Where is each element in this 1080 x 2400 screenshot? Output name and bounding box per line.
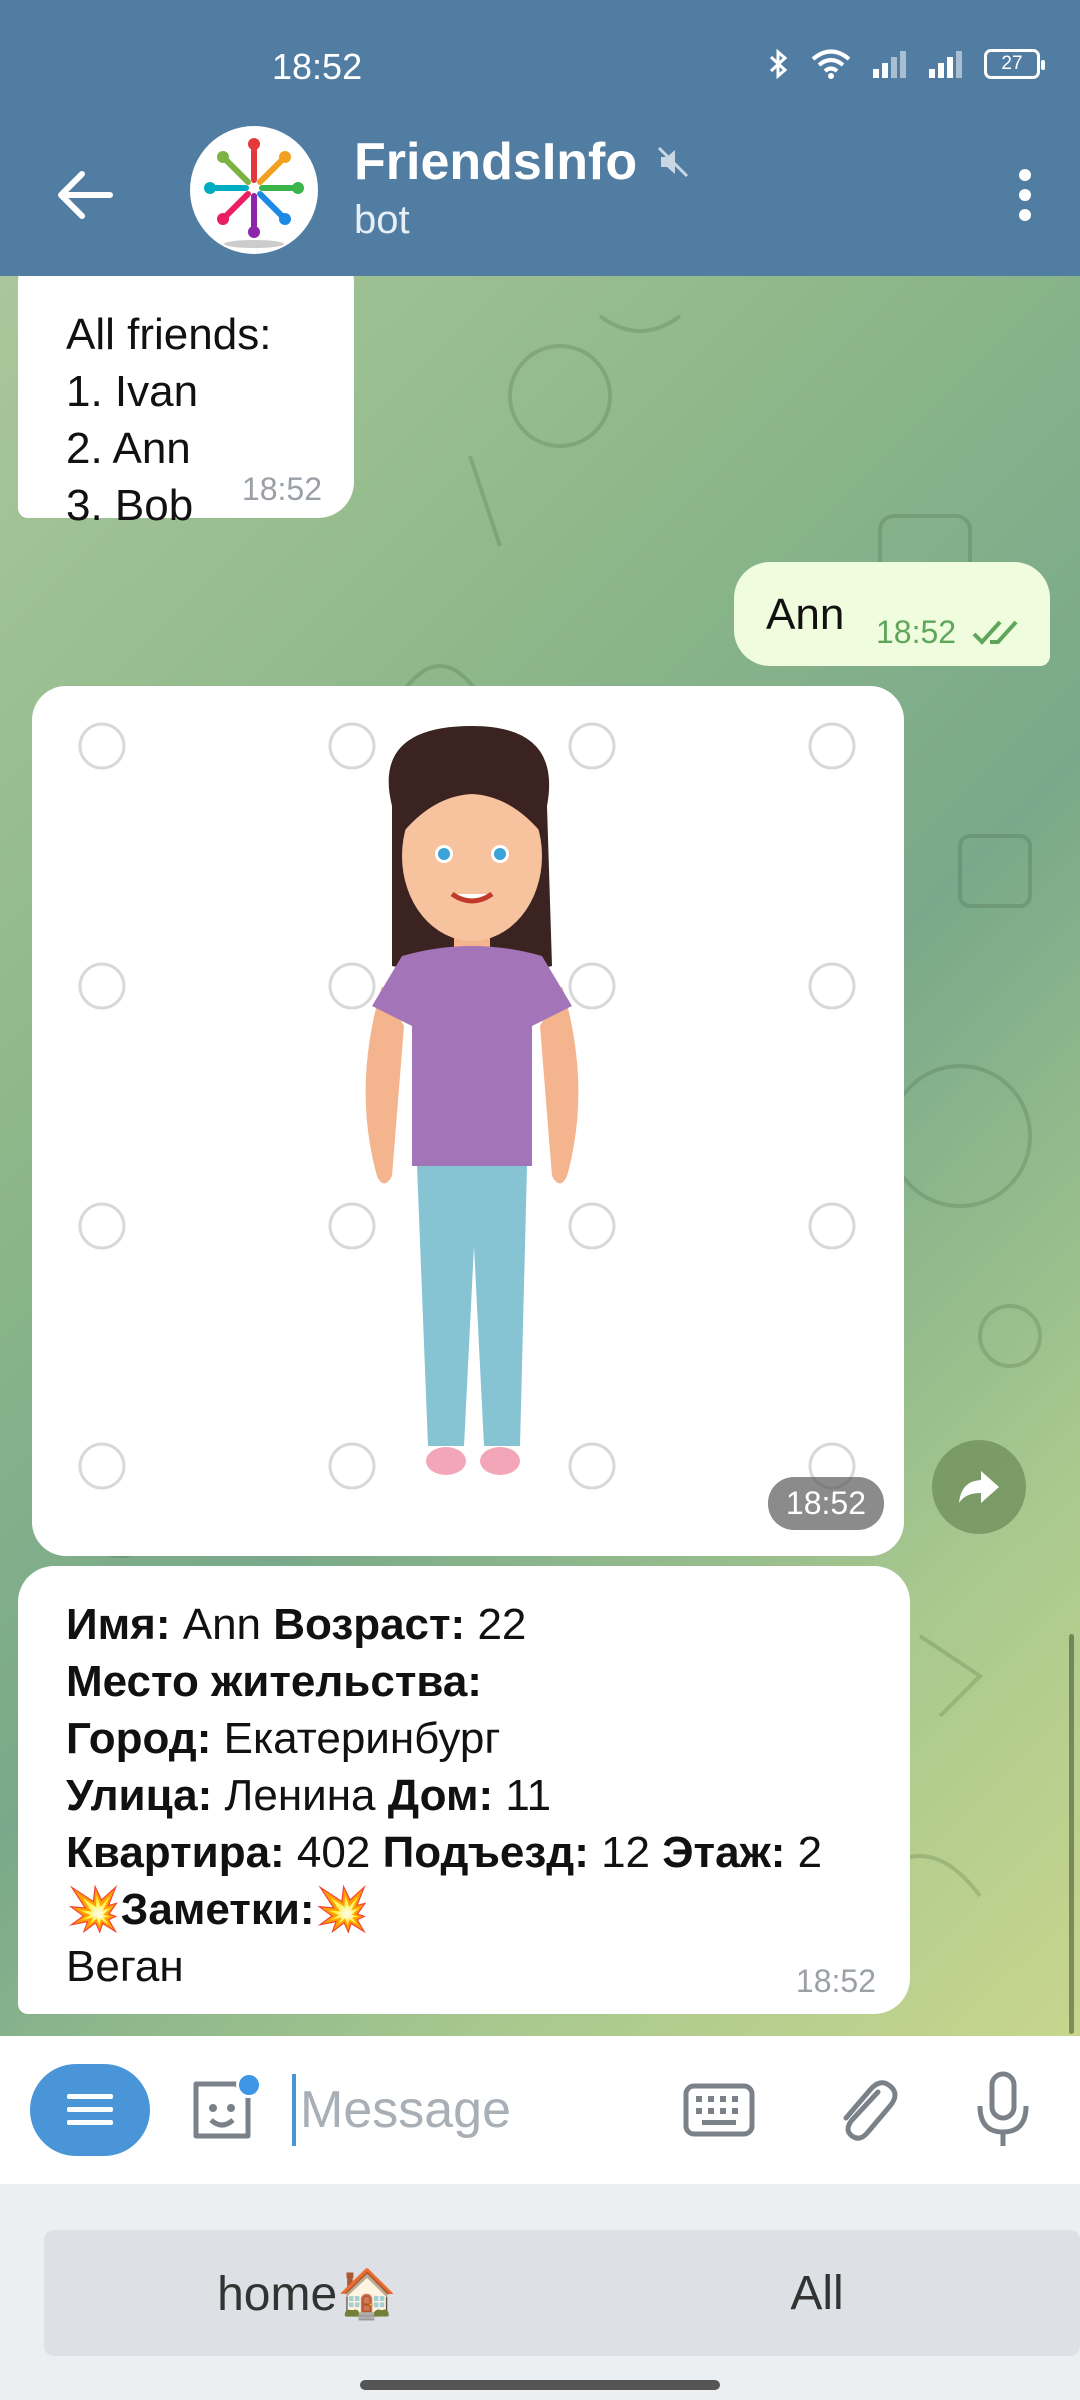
paperclip-icon bbox=[843, 2080, 898, 2141]
app-header: 18:52 27 FriendsInfo bot bbox=[0, 0, 1080, 276]
people-circle-logo-icon bbox=[204, 138, 304, 248]
scrollbar[interactable] bbox=[1069, 1634, 1074, 2034]
name-value: Ann bbox=[170, 1600, 274, 1649]
chat-area[interactable]: All friends: 1. Ivan 2. Ann 3. Bob 18:52… bbox=[0, 276, 1080, 2036]
keyboard-toggle-button[interactable] bbox=[682, 2078, 756, 2142]
chat-title-text: FriendsInfo bbox=[354, 133, 638, 191]
street-value: Ленина bbox=[212, 1771, 388, 1820]
new-sticker-dot bbox=[236, 2072, 262, 2098]
city-value: Екатеринбург bbox=[211, 1714, 501, 1763]
list-line: All friends: bbox=[66, 310, 272, 359]
incoming-message-friend-info[interactable]: Имя: Ann Возраст: 22 Место жительства: Г… bbox=[18, 1566, 910, 2014]
keyboard-icon bbox=[683, 2083, 755, 2137]
bot-avatar[interactable] bbox=[190, 126, 318, 254]
wifi-icon bbox=[811, 49, 851, 79]
more-vertical-icon bbox=[1019, 169, 1031, 221]
message-input-bar bbox=[0, 2036, 1080, 2184]
message-text: All friends: 1. Ivan 2. Ann 3. Bob bbox=[66, 306, 271, 534]
list-line: 2. Ann bbox=[66, 424, 191, 473]
message-time: 18:52 bbox=[876, 614, 957, 650]
muted-speaker-icon bbox=[658, 146, 689, 178]
message-input[interactable] bbox=[292, 2074, 672, 2146]
floor-label: Этаж: bbox=[662, 1828, 786, 1877]
list-line: 3. Bob bbox=[66, 481, 194, 530]
battery-level: 27 bbox=[1001, 53, 1023, 74]
back-button[interactable] bbox=[50, 160, 120, 230]
bluetooth-icon bbox=[769, 48, 788, 80]
home-indicator[interactable] bbox=[360, 2380, 720, 2390]
notes-label: Заметки: bbox=[120, 1885, 315, 1934]
cartoon-woman-image bbox=[78, 722, 856, 1490]
photo-time: 18:52 bbox=[767, 1477, 884, 1530]
notes-value: Веган bbox=[66, 1942, 184, 1991]
keyboard-button-home[interactable]: home🏠 bbox=[44, 2230, 570, 2356]
info-line-1: Имя: Ann Возраст: 22 bbox=[66, 1596, 822, 1653]
keyboard-button-all[interactable]: All bbox=[554, 2230, 1080, 2356]
forward-arrow-icon bbox=[959, 1471, 999, 1503]
info-line-3: Город: Екатеринбург bbox=[66, 1710, 822, 1767]
message-time: 18:52 bbox=[795, 1963, 876, 1999]
info-line-2: Место жительства: bbox=[66, 1653, 822, 1710]
more-options-button[interactable] bbox=[1000, 160, 1050, 230]
house-value: 11 bbox=[493, 1771, 552, 1820]
flat-label: Квартира: bbox=[66, 1828, 285, 1877]
incoming-message-friends-list[interactable]: All friends: 1. Ivan 2. Ann 3. Bob 18:52 bbox=[18, 276, 354, 530]
info-line-7: Веган bbox=[66, 1938, 822, 1995]
back-arrow-icon bbox=[58, 171, 113, 219]
double-check-icon bbox=[972, 620, 1018, 645]
message-text: Ann bbox=[766, 590, 845, 639]
list-line: 1. Ivan bbox=[66, 367, 199, 416]
street-label: Улица: bbox=[66, 1771, 213, 1820]
signal-icon bbox=[873, 51, 906, 78]
status-icons: 27 bbox=[768, 48, 1045, 80]
city-label: Город: bbox=[66, 1714, 212, 1763]
entrance-label: Подъезд: bbox=[382, 1828, 589, 1877]
menu-lines-icon bbox=[67, 2094, 113, 2125]
signal-icon-2 bbox=[929, 51, 962, 78]
forward-button[interactable] bbox=[932, 1440, 1026, 1534]
bot-reply-keyboard: home🏠 All bbox=[0, 2184, 1080, 2400]
info-line-6: 💥Заметки:💥 bbox=[66, 1881, 822, 1938]
voice-message-button[interactable] bbox=[968, 2070, 1038, 2150]
explosion-emoji: 💥 bbox=[66, 1885, 121, 1934]
residence-label: Место жительства: bbox=[66, 1657, 482, 1706]
message-time: 18:52 bbox=[241, 471, 322, 507]
explosion-emoji: 💥 bbox=[314, 1885, 370, 1934]
microphone-icon bbox=[977, 2071, 1029, 2146]
message-text: Имя: Ann Возраст: 22 Место жительства: Г… bbox=[66, 1596, 822, 1995]
battery-icon: 27 bbox=[984, 49, 1045, 79]
floor-value: 2 bbox=[785, 1828, 823, 1877]
info-line-5: Квартира: 402 Подъезд: 12 Этаж: 2 bbox=[66, 1824, 822, 1881]
bot-menu-button[interactable] bbox=[30, 2064, 150, 2156]
flat-value: 402 bbox=[284, 1828, 383, 1877]
age-label: Возраст: bbox=[273, 1600, 466, 1649]
photo-message[interactable]: 18:52 bbox=[32, 686, 904, 1556]
age-value: 22 bbox=[465, 1600, 527, 1649]
chat-title-area[interactable]: FriendsInfo bot bbox=[354, 132, 691, 243]
outgoing-message[interactable]: Ann 18:52 bbox=[734, 562, 1050, 666]
attach-button[interactable] bbox=[830, 2072, 900, 2148]
chat-subtitle: bot bbox=[354, 198, 410, 242]
entrance-value: 12 bbox=[588, 1828, 663, 1877]
chat-title: FriendsInfo bbox=[354, 132, 691, 192]
name-label: Имя: bbox=[66, 1600, 171, 1649]
info-line-4: Улица: Ленина Дом: 11 bbox=[66, 1767, 822, 1824]
house-label: Дом: bbox=[387, 1771, 494, 1820]
status-time: 18:52 bbox=[272, 46, 363, 87]
